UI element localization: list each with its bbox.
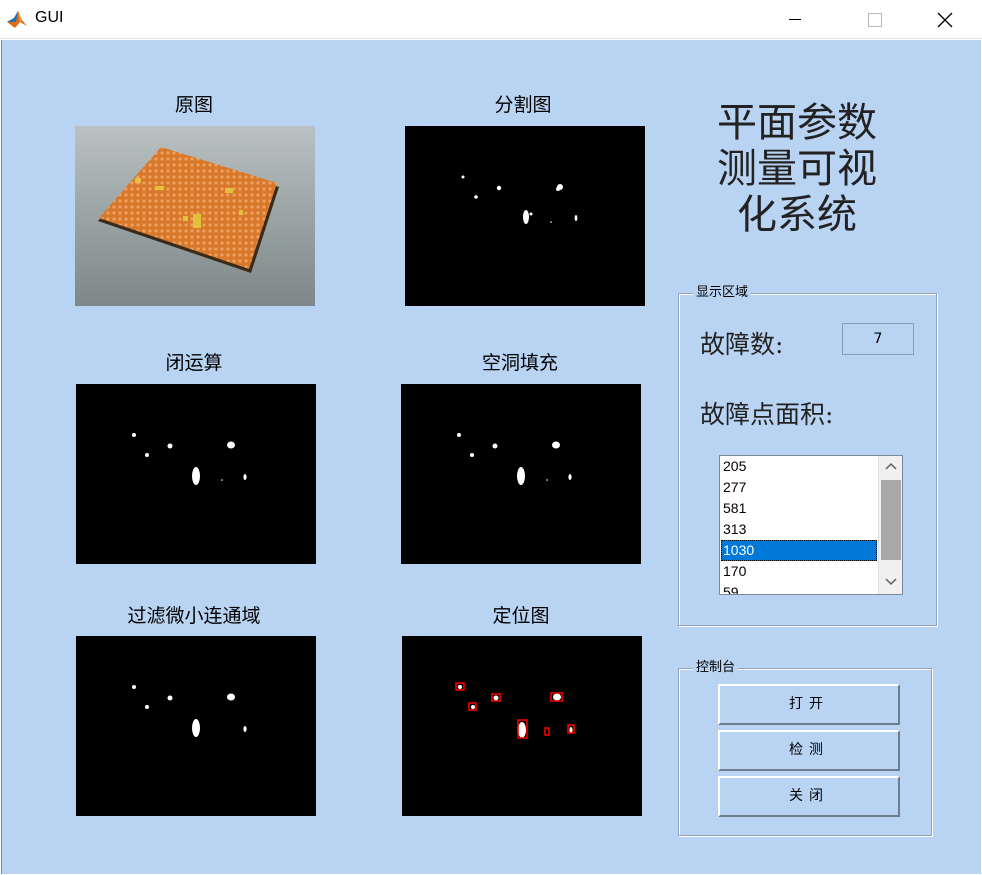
scroll-down-button[interactable] bbox=[879, 572, 902, 594]
filter-small-image bbox=[76, 636, 316, 816]
display-area-label: 显示区域 bbox=[693, 285, 752, 301]
hole-fill-blobs bbox=[457, 433, 572, 485]
list-item[interactable]: 581 bbox=[721, 498, 877, 519]
close-button[interactable] bbox=[922, 0, 968, 39]
list-item[interactable]: 170 bbox=[721, 561, 877, 582]
panel-title-hole-fill: 空洞填充 bbox=[481, 352, 558, 374]
window-title: GUI bbox=[35, 9, 64, 26]
chevron-up-icon bbox=[885, 462, 897, 470]
scroll-thumb[interactable] bbox=[881, 480, 901, 560]
main-title-line-1: 平面参数 bbox=[717, 100, 877, 146]
panel-title-closing: 闭运算 bbox=[165, 352, 223, 374]
minimize-button[interactable] bbox=[772, 0, 818, 39]
chevron-down-icon bbox=[885, 578, 897, 586]
list-item[interactable]: 59 bbox=[721, 582, 877, 594]
list-item[interactable]: 277 bbox=[721, 477, 877, 498]
fault-area-label: 故障点面积: bbox=[700, 400, 834, 429]
maximize-icon bbox=[868, 12, 882, 27]
original-image bbox=[75, 126, 315, 306]
fault-area-list: 205 277 581 313 1030 170 59 bbox=[721, 456, 877, 594]
list-item[interactable]: 205 bbox=[721, 456, 877, 477]
detect-button[interactable]: 检测 bbox=[718, 730, 900, 771]
fault-count-label: 故障数: bbox=[700, 330, 784, 359]
segmentation-blobs bbox=[461, 175, 578, 224]
hole-fill-image bbox=[401, 384, 641, 564]
closing-blobs bbox=[132, 433, 247, 485]
main-title-line-2: 测量可视 bbox=[717, 146, 877, 192]
close-icon bbox=[937, 12, 953, 27]
panel-title-original: 原图 bbox=[174, 94, 213, 116]
console-label: 控制台 bbox=[693, 660, 739, 676]
main-title-line-3: 化系统 bbox=[737, 192, 857, 238]
panel-title-filter-small: 过滤微小连通域 bbox=[127, 605, 261, 627]
list-item[interactable]: 313 bbox=[721, 519, 877, 540]
close-app-button[interactable]: 关闭 bbox=[718, 776, 900, 817]
filter-small-blobs bbox=[132, 685, 247, 737]
matlab-icon bbox=[6, 8, 28, 30]
listbox-scrollbar[interactable] bbox=[878, 456, 902, 594]
localization-image bbox=[402, 636, 642, 816]
panel-title-segmentation: 分割图 bbox=[494, 94, 552, 116]
scroll-up-button[interactable] bbox=[879, 456, 902, 478]
open-button[interactable]: 打开 bbox=[718, 684, 900, 725]
fault-area-listbox[interactable]: 205 277 581 313 1030 170 59 bbox=[719, 455, 903, 595]
original-image-drawing bbox=[75, 126, 315, 306]
figure-canvas: 原图 分割图 闭运算 空洞填充 过滤微小连通域 定位图 平面参数 测量可视 化系… bbox=[1, 40, 981, 874]
main-title: 平面参数 测量可视 化系统 bbox=[702, 100, 892, 238]
segmentation-image bbox=[405, 126, 645, 306]
fault-count-field[interactable]: 7 bbox=[842, 323, 914, 355]
panel-title-localization: 定位图 bbox=[492, 605, 550, 627]
closing-image bbox=[76, 384, 316, 564]
list-item-selected[interactable]: 1030 bbox=[721, 540, 877, 561]
window-titlebar: GUI bbox=[0, 0, 982, 39]
localization-boxes bbox=[455, 682, 575, 739]
maximize-button[interactable] bbox=[852, 0, 898, 39]
minimize-icon bbox=[789, 18, 801, 20]
